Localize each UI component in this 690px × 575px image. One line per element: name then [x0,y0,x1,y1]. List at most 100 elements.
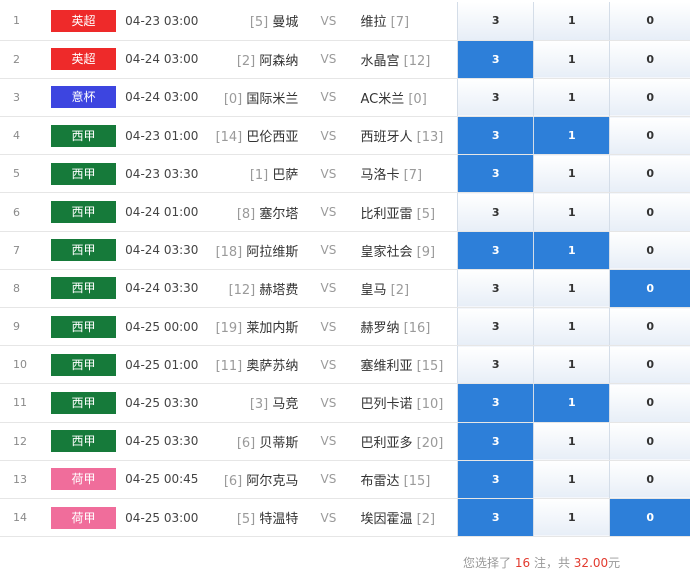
away-team[interactable]: 赫罗纳 [16] [350,307,458,347]
match-number: 10 [0,345,36,385]
away-team[interactable]: 塞维利亚 [15] [350,345,458,385]
option-win-button[interactable]: 3 [457,40,534,79]
option-loss-button[interactable]: 0 [609,40,690,79]
league-badge[interactable]: 西甲 [51,277,117,300]
away-team[interactable]: 埃因霍温 [2] [350,498,458,538]
away-team-name: 比利亚雷 [360,206,413,222]
option-win-button[interactable]: 3 [457,2,534,41]
home-team-name: 赫塔费 [259,282,299,298]
league-badge[interactable]: 西甲 [51,162,117,185]
home-team[interactable]: [11] 奥萨苏纳 [211,345,307,385]
away-team[interactable]: 比利亚雷 [5] [350,192,458,232]
option-loss-button[interactable]: 0 [609,269,690,309]
option-win-button[interactable]: 3 [457,460,534,499]
away-team-name: 皇马 [360,282,387,298]
option-win-button[interactable]: 3 [457,116,534,156]
option-win-button[interactable]: 3 [457,345,534,385]
league-badge[interactable]: 荷甲 [51,506,117,529]
away-team[interactable]: 维拉 [7] [350,2,458,41]
league-cell: 英超 [35,40,126,79]
home-team[interactable]: [5] 曼城 [211,2,307,41]
option-draw-button[interactable]: 1 [533,116,610,156]
option-loss-button[interactable]: 0 [609,192,690,232]
league-badge[interactable]: 西甲 [51,430,117,453]
home-team[interactable]: [14] 巴伦西亚 [211,116,307,156]
league-badge[interactable]: 西甲 [51,201,117,224]
match-time: 04-23 03:30 [125,154,212,194]
away-team[interactable]: 马洛卡 [7] [350,154,458,194]
option-win-button[interactable]: 3 [457,422,534,461]
away-team[interactable]: 布雷达 [15] [350,460,458,499]
option-win-button[interactable]: 3 [457,192,534,232]
option-loss-button[interactable]: 0 [609,422,690,461]
option-draw-button[interactable]: 1 [533,192,610,232]
option-draw-button[interactable]: 1 [533,40,610,79]
home-team[interactable]: [12] 赫塔费 [211,269,307,309]
home-team[interactable]: [2] 阿森纳 [211,40,307,79]
option-draw-button[interactable]: 1 [533,383,610,423]
league-badge[interactable]: 英超 [51,48,117,71]
away-team[interactable]: 巴利亚多 [20] [350,422,458,461]
away-team[interactable]: 皇家社会 [9] [350,231,458,270]
betting-slip: 1 英超 04-23 03:00 [5] 曼城 VS 维拉 [7] 3 1 0 2 英超 04-24 … [0,0,690,575]
away-rank: [12] [403,53,431,69]
league-badge[interactable]: 西甲 [51,353,117,376]
away-team[interactable]: 水晶宫 [12] [350,40,458,79]
league-badge[interactable]: 荷甲 [51,468,117,491]
option-draw-button[interactable]: 1 [533,231,610,270]
option-win-button[interactable]: 3 [457,231,534,270]
league-badge[interactable]: 西甲 [51,315,117,338]
option-loss-button[interactable]: 0 [609,460,690,499]
home-team[interactable]: [5] 特温特 [211,498,307,538]
home-team[interactable]: [19] 莱加内斯 [211,307,307,347]
option-draw-button[interactable]: 1 [533,78,610,118]
away-team[interactable]: 西班牙人 [13] [350,116,458,156]
option-loss-button[interactable]: 0 [609,154,690,194]
away-rank: [2] [390,282,410,298]
away-team[interactable]: 皇马 [2] [350,269,458,309]
option-draw-button[interactable]: 1 [533,460,610,499]
home-rank: [6] [223,473,243,489]
option-win-button[interactable]: 3 [457,307,534,347]
league-badge[interactable]: 英超 [51,9,117,32]
match-number: 1 [0,2,36,41]
option-loss-button[interactable]: 0 [609,383,690,423]
vs-label: VS [306,78,351,118]
option-draw-button[interactable]: 1 [533,498,610,538]
home-team[interactable]: [18] 阿拉维斯 [211,231,307,270]
option-draw-button[interactable]: 1 [533,154,610,194]
option-loss-button[interactable]: 0 [609,231,690,270]
option-loss-button[interactable]: 0 [609,345,690,385]
home-team[interactable]: [6] 贝蒂斯 [211,422,307,461]
option-draw-button[interactable]: 1 [533,2,610,41]
league-badge[interactable]: 西甲 [51,124,117,147]
away-team[interactable]: 巴列卡诺 [10] [350,383,458,423]
league-badge[interactable]: 意杯 [51,86,117,109]
option-loss-button[interactable]: 0 [609,498,690,538]
home-team[interactable]: [1] 巴萨 [211,154,307,194]
home-team[interactable]: [6] 阿尔克马 [211,460,307,499]
away-team[interactable]: AC米兰 [0] [350,78,458,118]
option-loss-button[interactable]: 0 [609,307,690,347]
option-loss-button[interactable]: 0 [609,78,690,118]
option-win-button[interactable]: 3 [457,383,534,423]
league-cell: 西甲 [35,383,126,423]
option-draw-button[interactable]: 1 [533,269,610,309]
home-team[interactable]: [8] 塞尔塔 [211,192,307,232]
option-loss-button[interactable]: 0 [609,2,690,41]
home-team[interactable]: [0] 国际米兰 [211,78,307,118]
option-draw-button[interactable]: 1 [533,422,610,461]
home-team-name: 马竞 [272,397,299,413]
option-win-button[interactable]: 3 [457,78,534,118]
home-team-name: 贝蒂斯 [259,435,299,451]
option-win-button[interactable]: 3 [457,498,534,538]
option-win-button[interactable]: 3 [457,269,534,309]
option-win-button[interactable]: 3 [457,154,534,194]
option-draw-button[interactable]: 1 [533,307,610,347]
league-badge[interactable]: 西甲 [51,239,117,262]
league-badge[interactable]: 西甲 [51,391,117,414]
option-loss-button[interactable]: 0 [609,116,690,156]
match-row: 5 西甲 04-23 03:30 [1] 巴萨 VS 马洛卡 [7] 3 1 0 [0,154,690,194]
option-draw-button[interactable]: 1 [533,345,610,385]
home-team[interactable]: [3] 马竞 [211,383,307,423]
